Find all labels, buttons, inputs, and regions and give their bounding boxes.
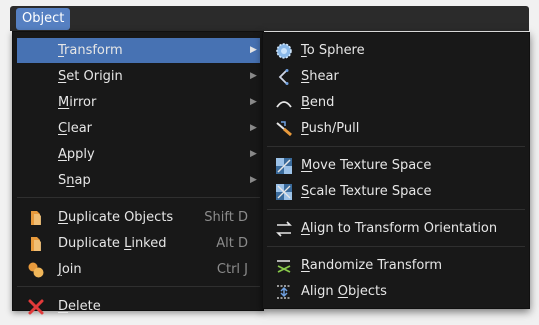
submenu-item-scale-texture-space[interactable]: Scale Texture Space [267, 179, 525, 204]
to-sphere-icon [275, 42, 293, 60]
menu-item-snap[interactable]: Snap ▶ [17, 168, 260, 193]
submenu-item-label: Randomize Transform [301, 258, 443, 273]
submenu-item-align-objects[interactable]: Align Objects [267, 279, 525, 304]
menu-item-duplicate-objects[interactable]: Duplicate Objects Shift D [17, 205, 260, 230]
submenu-item-push-pull[interactable]: Push/Pull [267, 116, 525, 141]
menu-item-label: Transform [58, 43, 123, 58]
shortcut-label: Ctrl J [216, 262, 248, 277]
submenu-item-randomize-transform[interactable]: Randomize Transform [267, 253, 525, 278]
push-pull-icon [275, 120, 293, 138]
submenu-item-label: Bend [301, 95, 335, 110]
shortcut-label: Alt D [216, 236, 248, 251]
scale-texture-space-icon [275, 183, 293, 201]
move-texture-space-icon [275, 157, 293, 175]
duplicate-linked-icon [27, 235, 45, 253]
submenu-item-label: Move Texture Space [301, 158, 432, 173]
chevron-right-icon: ▶ [250, 123, 257, 133]
chevron-right-icon: ▶ [250, 45, 257, 55]
align-objects-icon [275, 283, 293, 301]
submenu-item-to-sphere[interactable]: To Sphere [267, 38, 525, 63]
menu-item-label: Delete [58, 299, 101, 314]
join-icon [27, 261, 45, 279]
submenu-separator [267, 146, 525, 147]
delete-x-icon [27, 298, 45, 316]
chevron-right-icon: ▶ [250, 97, 257, 107]
header-bar: Object [10, 6, 529, 31]
submenu-item-label: Scale Texture Space [301, 184, 432, 199]
submenu-item-align-to-transform-orientation[interactable]: Align to Transform Orientation [267, 216, 525, 241]
menu-item-label: Mirror [58, 95, 97, 110]
menu-item-label: Snap [58, 173, 91, 188]
menu-item-label: Clear [58, 121, 92, 136]
menu-item-join[interactable]: Join Ctrl J [17, 257, 260, 282]
transform-submenu: To Sphere Shear Bend Push/Pull Move Text… [262, 32, 530, 309]
menu-item-label: Duplicate Objects [58, 210, 174, 225]
submenu-item-bend[interactable]: Bend [267, 90, 525, 115]
menu-item-transform[interactable]: Transform ▶ [17, 38, 260, 63]
chevron-right-icon: ▶ [250, 175, 257, 185]
align-orientation-icon [275, 220, 293, 238]
randomize-transform-icon [275, 257, 293, 275]
menu-item-delete[interactable]: Delete [17, 294, 260, 319]
menu-item-duplicate-linked[interactable]: Duplicate Linked Alt D [17, 231, 260, 256]
submenu-separator [267, 246, 525, 247]
menu-item-label: Duplicate Linked [58, 236, 167, 251]
submenu-separator [267, 209, 525, 210]
object-menu: Transform ▶ Set Origin ▶ Mirror ▶ Clear … [12, 31, 264, 315]
bend-icon [275, 94, 293, 112]
menu-item-mirror[interactable]: Mirror ▶ [17, 90, 260, 115]
submenu-item-label: To Sphere [301, 43, 365, 58]
chevron-right-icon: ▶ [250, 149, 257, 159]
submenu-item-label: Push/Pull [301, 121, 360, 136]
submenu-item-label: Align to Transform Orientation [301, 221, 498, 236]
menu-separator [17, 286, 260, 287]
menu-separator [17, 197, 260, 198]
submenu-item-move-texture-space[interactable]: Move Texture Space [267, 153, 525, 178]
object-menu-button[interactable]: Object [16, 8, 71, 30]
menu-item-set-origin[interactable]: Set Origin ▶ [17, 64, 260, 89]
chevron-right-icon: ▶ [250, 71, 257, 81]
menu-item-label: Set Origin [58, 69, 123, 84]
shear-icon [275, 68, 293, 86]
duplicate-icon [27, 209, 45, 227]
menu-item-label: Join [58, 262, 82, 277]
submenu-item-label: Align Objects [301, 284, 387, 299]
menu-item-label: Apply [58, 147, 95, 162]
submenu-item-label: Shear [301, 69, 339, 84]
submenu-item-shear[interactable]: Shear [267, 64, 525, 89]
menu-item-clear[interactable]: Clear ▶ [17, 116, 260, 141]
shortcut-label: Shift D [204, 210, 248, 225]
menu-item-apply[interactable]: Apply ▶ [17, 142, 260, 167]
